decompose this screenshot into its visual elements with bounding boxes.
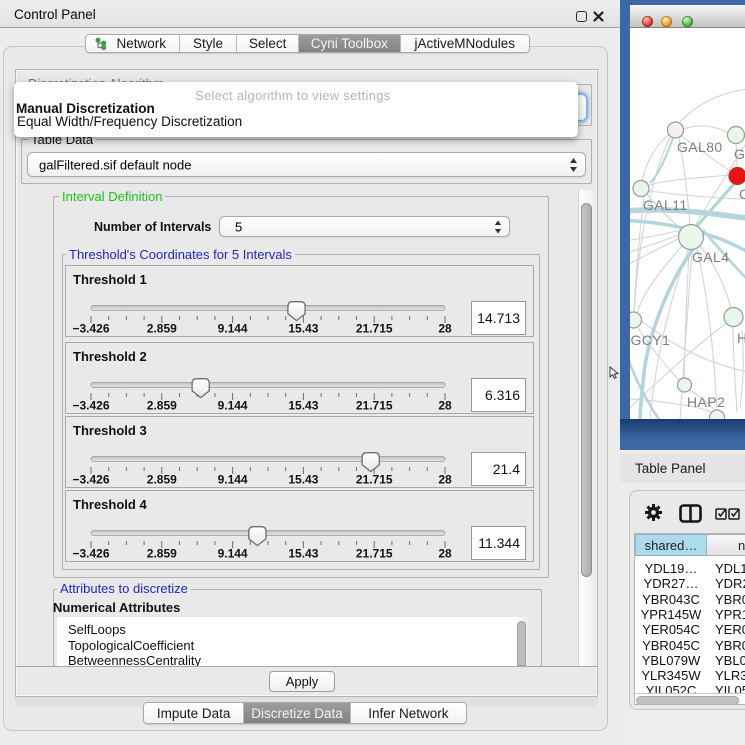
svg-text:−3.426: −3.426 xyxy=(72,547,109,561)
svg-text:21.715: 21.715 xyxy=(356,322,393,336)
svg-text:GAL2: GAL2 xyxy=(734,146,745,162)
svg-text:28: 28 xyxy=(438,473,452,487)
svg-text:21.715: 21.715 xyxy=(356,399,393,413)
svg-text:9.144: 9.144 xyxy=(218,547,248,561)
svg-text:2.859: 2.859 xyxy=(147,473,177,487)
svg-text:−3.426: −3.426 xyxy=(72,473,109,487)
svg-text:28: 28 xyxy=(438,399,452,413)
svg-text:2.859: 2.859 xyxy=(147,399,177,413)
svg-text:15.43: 15.43 xyxy=(288,547,318,561)
svg-text:2.859: 2.859 xyxy=(147,322,177,336)
svg-text:−3.426: −3.426 xyxy=(72,322,109,336)
svg-text:GAL4: GAL4 xyxy=(692,249,729,265)
svg-text:9.144: 9.144 xyxy=(218,473,248,487)
svg-text:GAL80: GAL80 xyxy=(677,139,723,155)
svg-text:GAL11: GAL11 xyxy=(643,197,688,213)
svg-text:2.859: 2.859 xyxy=(147,547,177,561)
svg-text:HIS: HIS xyxy=(737,330,745,346)
svg-text:9.144: 9.144 xyxy=(218,399,248,413)
svg-text:21.715: 21.715 xyxy=(356,473,393,487)
svg-text:9.144: 9.144 xyxy=(218,322,248,336)
svg-text:−3.426: −3.426 xyxy=(72,399,109,413)
svg-text:21.715: 21.715 xyxy=(356,547,393,561)
svg-text:CDC: CDC xyxy=(739,186,745,202)
svg-text:HAP2: HAP2 xyxy=(687,394,725,410)
svg-text:28: 28 xyxy=(438,547,452,561)
svg-text:GCY1: GCY1 xyxy=(631,332,671,348)
svg-text:15.43: 15.43 xyxy=(288,399,318,413)
svg-text:15.43: 15.43 xyxy=(288,473,318,487)
svg-text:15.43: 15.43 xyxy=(288,322,318,336)
svg-text:28: 28 xyxy=(438,322,452,336)
